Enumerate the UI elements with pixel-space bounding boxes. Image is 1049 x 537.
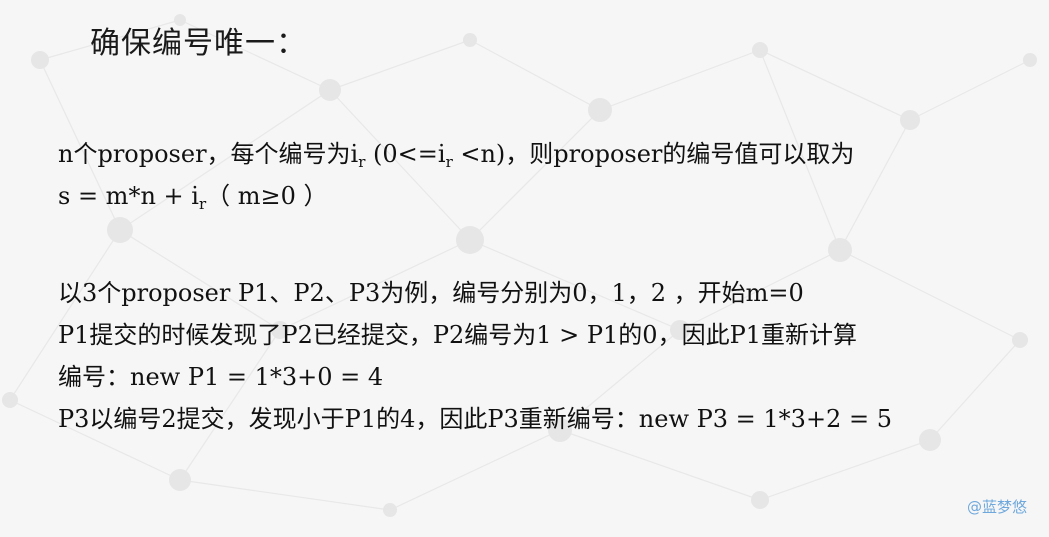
formula-line-1: n个proposer，每个编号为ir (0<=ir <n)，则proposer的… <box>58 133 854 175</box>
subscript-r: r <box>445 153 453 171</box>
formula-line-1-pre: n个proposer，每个编号为i <box>58 140 359 168</box>
example-line: 编号：new P1 = 1*3+0 = 4 <box>58 363 384 391</box>
watermark: @蓝梦悠 <box>966 498 1027 516</box>
formula-line-2-pre: s = m*n + i <box>58 182 199 210</box>
example-paragraph: 以3个proposer P1、P2、P3为例，编号分别为0，1，2 ，开始m=0… <box>58 272 892 440</box>
formula-line-1-mid: (0<=i <box>365 140 446 168</box>
formula-line-2-post: （ m≥0 ） <box>206 182 328 210</box>
formula-paragraph: n个proposer，每个编号为ir (0<=ir <n)，则proposer的… <box>58 133 854 217</box>
formula-line-2: s = m*n + ir（ m≥0 ） <box>58 175 854 217</box>
slide-title: 确保编号唯一： <box>90 26 307 61</box>
example-line: 以3个proposer P1、P2、P3为例，编号分别为0，1，2 ，开始m=0 <box>58 279 804 307</box>
example-line: P3以编号2提交，发现小于P1的4，因此P3重新编号：new P3 = 1*3+… <box>58 405 892 433</box>
slide: 确保编号唯一： n个proposer，每个编号为ir (0<=ir <n)，则p… <box>0 0 1049 537</box>
example-line: P1提交的时候发现了P2已经提交，P2编号为1 > P1的0，因此P1重新计算 <box>58 321 857 349</box>
formula-line-1-post: <n)，则proposer的编号值可以取为 <box>452 140 855 168</box>
